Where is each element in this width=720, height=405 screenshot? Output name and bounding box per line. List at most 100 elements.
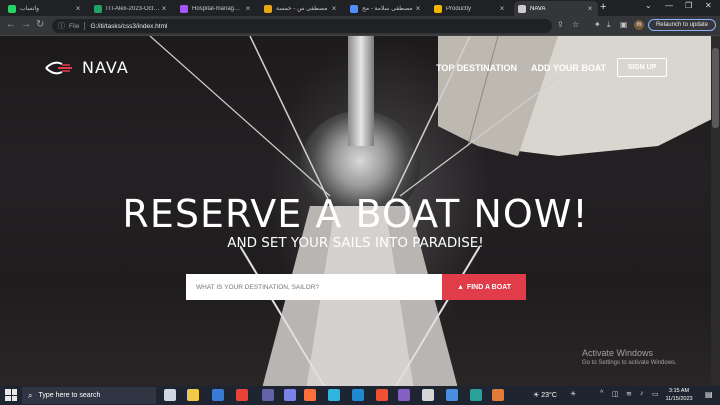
tab-title: ITI-Alex-2023-Oct - Goo xyxy=(106,5,160,12)
reload-icon[interactable]: ↻ xyxy=(36,19,44,30)
address-bar[interactable]: ⓘ File G:/iti/tasks/css3/index.html xyxy=(52,19,552,33)
tab-favicon-icon xyxy=(350,4,358,13)
new-tab-button[interactable]: + xyxy=(600,1,606,13)
nav-top-destination[interactable]: TOP DESTINATION xyxy=(436,63,517,73)
tab-title: واتساب xyxy=(20,6,40,12)
tab-close-icon[interactable]: × xyxy=(330,4,338,13)
weather-temp: 23°C xyxy=(541,392,557,399)
browser-tab[interactable]: ITI-Alex-2023-Oct - Goo× xyxy=(90,1,172,16)
browser-toolbar: ← → ↻ ⓘ File G:/iti/tasks/css3/index.htm… xyxy=(0,16,720,36)
scrollbar-thumb[interactable] xyxy=(712,48,719,128)
browser-window: + ⌄ — ❐ ✕ واتساب×ITI-Alex-2023-Oct - Goo… xyxy=(0,0,720,405)
page-scrollbar[interactable] xyxy=(711,36,720,386)
browser-tab[interactable]: واتساب × xyxy=(4,1,86,16)
task-view-icon[interactable] xyxy=(164,389,176,401)
browser-tab[interactable]: NAVA × xyxy=(514,1,598,16)
visual-studio-icon[interactable] xyxy=(398,389,410,401)
browser-tab[interactable]: Hospital-managment × xyxy=(176,1,256,16)
tab-title: Hospital-managment xyxy=(192,5,244,12)
battery-icon[interactable]: ▭ xyxy=(652,390,659,398)
tray-overflow-icon[interactable]: ^ xyxy=(600,390,603,397)
info-icon[interactable]: ⓘ xyxy=(58,21,65,31)
browser-tab[interactable]: مصطفى سلامة - مح × xyxy=(346,1,426,16)
tab-title: مصطفى س - خمسة xyxy=(276,6,328,12)
edge-icon[interactable] xyxy=(328,389,340,401)
tab-close-icon[interactable]: × xyxy=(74,4,82,13)
tab-title: NAVA xyxy=(530,5,546,12)
chrome-icon[interactable] xyxy=(236,389,248,401)
tab-close-icon[interactable]: × xyxy=(498,4,506,13)
tab-favicon-icon xyxy=(264,4,272,13)
tab-strip: + ⌄ — ❐ ✕ واتساب×ITI-Alex-2023-Oct - Goo… xyxy=(0,0,720,16)
warning-triangle-icon: ▲ xyxy=(456,283,464,291)
app-icon[interactable] xyxy=(446,389,458,401)
wifi-icon[interactable]: ≋ xyxy=(626,390,632,398)
destination-search-input[interactable] xyxy=(186,274,442,300)
firefox-icon[interactable] xyxy=(304,389,316,401)
notifications-icon[interactable]: ▤ xyxy=(705,390,713,399)
weather-widget[interactable]: ☀ 23°C xyxy=(533,391,557,399)
teams-icon[interactable] xyxy=(284,389,296,401)
search-icon: ⌕ xyxy=(28,390,33,400)
browser-tab[interactable]: Productly × xyxy=(430,1,510,16)
download-icon[interactable]: ⤓ xyxy=(607,20,611,30)
weather-icon: ☀ xyxy=(533,392,540,399)
nav-add-your-boat[interactable]: ADD YOUR BOAT xyxy=(531,63,606,73)
file-scheme-label: File xyxy=(69,22,80,30)
vscode-icon[interactable] xyxy=(352,389,364,401)
tab-favicon-icon xyxy=(434,4,442,13)
bookmark-star-icon[interactable]: ☆ xyxy=(572,20,579,29)
sign-up-button[interactable]: SIGN UP xyxy=(617,58,667,77)
activate-windows-title: Activate Windows xyxy=(582,348,654,358)
tab-search-icon[interactable]: ⌄ xyxy=(645,1,652,10)
nava-logo[interactable]: NAVA xyxy=(44,58,129,77)
git-icon[interactable] xyxy=(376,389,388,401)
clock-time: 3:15 AM xyxy=(668,388,690,394)
teams-icon[interactable] xyxy=(262,389,274,401)
taskbar-clock[interactable]: 3:15 AM 11/15/2023 xyxy=(664,387,694,403)
logo-icon xyxy=(45,61,72,74)
close-window-button[interactable]: ✕ xyxy=(705,1,712,10)
windows-start-icon[interactable] xyxy=(5,389,17,401)
side-panel-icon[interactable]: ▣ xyxy=(620,20,628,29)
minimize-button[interactable]: — xyxy=(665,1,673,10)
hero-subtitle: AND SET YOUR SAILS INTO PARADISE! xyxy=(227,235,484,251)
taskbar-search[interactable]: ⌕ Type here to search xyxy=(22,387,156,404)
tab-favicon-icon xyxy=(94,4,102,13)
page-viewport: NAVA TOP DESTINATION ADD YOUR BOAT SIGN … xyxy=(0,36,711,386)
address-divider xyxy=(84,22,86,30)
forward-icon[interactable]: → xyxy=(21,19,31,30)
back-icon[interactable]: ← xyxy=(6,19,16,30)
file-explorer-icon[interactable] xyxy=(187,389,199,401)
hero-title: RESERVE A BOAT NOW! xyxy=(122,192,589,236)
tab-favicon-icon xyxy=(8,4,16,13)
network-icon[interactable]: ◫ xyxy=(612,390,619,398)
volume-icon[interactable]: ♪ xyxy=(640,390,644,397)
logo-text: NAVA xyxy=(82,58,129,77)
share-icon[interactable]: ⇪ xyxy=(557,20,564,29)
activate-windows-hint: Go to Settings to activate Windows. xyxy=(582,360,677,366)
clock-date: 11/15/2023 xyxy=(665,396,693,402)
tab-close-icon[interactable]: × xyxy=(244,4,252,13)
browser-tab[interactable]: مصطفى س - خمسة × xyxy=(260,1,342,16)
app-icon[interactable] xyxy=(470,389,482,401)
obs-icon[interactable] xyxy=(422,389,434,401)
url-text[interactable]: G:/iti/tasks/css3/index.html xyxy=(90,23,167,30)
tab-close-icon[interactable]: × xyxy=(586,4,594,13)
tab-close-icon[interactable]: × xyxy=(414,4,422,13)
app-icon[interactable] xyxy=(492,389,504,401)
tab-favicon-icon xyxy=(518,4,526,13)
profile-avatar[interactable]: m xyxy=(634,20,644,30)
extensions-icon[interactable]: ✦ xyxy=(594,20,601,29)
activate-windows-watermark: Activate Windows Go to Settings to activ… xyxy=(582,348,677,366)
weather-sun-icon: ☀ xyxy=(570,391,577,398)
tab-title: مصطفى سلامة - مح xyxy=(362,6,413,12)
tab-favicon-icon xyxy=(180,4,188,13)
taskbar-search-placeholder: Type here to search xyxy=(38,392,101,399)
find-a-boat-button[interactable]: ▲ FIND A BOAT xyxy=(442,274,526,300)
tab-close-icon[interactable]: × xyxy=(160,4,168,13)
mail-icon[interactable] xyxy=(212,389,224,401)
tab-title: Productly xyxy=(446,5,472,12)
maximize-button[interactable]: ❐ xyxy=(685,1,692,10)
relaunch-button[interactable]: Relaunch to update xyxy=(648,19,716,31)
